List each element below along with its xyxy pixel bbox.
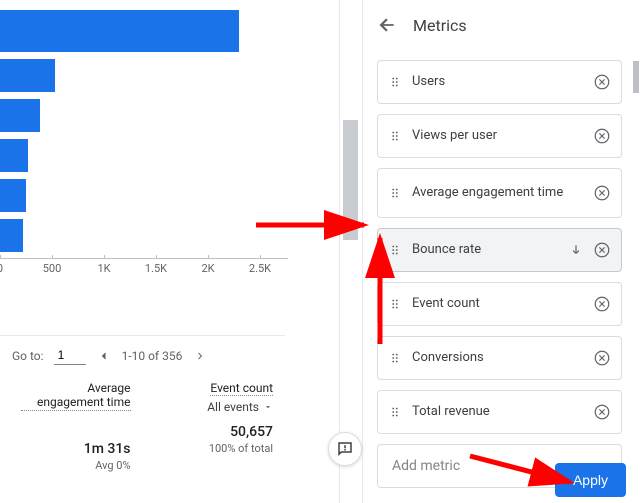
remove-metric-button[interactable] (593, 184, 611, 202)
metric-row[interactable]: Average engagement time (377, 168, 622, 218)
goto-input[interactable] (54, 346, 86, 365)
prev-page-button[interactable] (96, 348, 112, 364)
summary-value: 50,657 (155, 424, 274, 440)
drag-handle[interactable] (388, 297, 402, 311)
axis-tick: 2K (201, 262, 214, 275)
drag-handle[interactable] (388, 186, 402, 200)
bar[interactable] (0, 10, 239, 52)
summary-row: Average engagement time 1m 31s Avg 0% Ev… (12, 381, 273, 472)
drag-handle[interactable] (388, 351, 402, 365)
drag-handle[interactable] (388, 243, 402, 257)
metric-row[interactable]: Total revenue (377, 390, 622, 434)
summary-value: 1m 31s (12, 441, 131, 457)
drag-handle-icon (388, 405, 402, 419)
drag-handle-icon (388, 129, 402, 143)
metric-row[interactable]: Views per user (377, 114, 622, 158)
drag-handle[interactable] (388, 75, 402, 89)
next-page-button[interactable] (192, 348, 208, 364)
axis-tick: 1K (97, 262, 110, 275)
remove-icon (593, 241, 611, 259)
drag-handle-icon (388, 243, 402, 257)
panel-title: Metrics (413, 16, 467, 35)
event-selector[interactable]: All events (155, 400, 274, 414)
remove-icon (593, 184, 611, 202)
remove-icon (593, 127, 611, 145)
remove-icon (593, 295, 611, 313)
drag-handle-icon (388, 75, 402, 89)
remove-metric-button[interactable] (593, 295, 611, 313)
remove-icon (593, 349, 611, 367)
summary-col-avg-engagement: Average engagement time 1m 31s Avg 0% (12, 381, 131, 472)
summary-delta: 100% of total (155, 442, 274, 455)
apply-button[interactable]: Apply (555, 463, 626, 497)
drag-handle-icon (388, 351, 402, 365)
bar[interactable] (0, 59, 55, 92)
remove-metric-button[interactable] (593, 127, 611, 145)
axis-tick: 1.5K (145, 262, 167, 275)
panel-scrollbar[interactable] (632, 55, 640, 503)
metric-label: Average engagement time (412, 186, 583, 201)
caret-down-icon (263, 402, 273, 412)
back-button[interactable] (377, 15, 397, 35)
remove-icon (593, 73, 611, 91)
metric-row[interactable]: Bounce rate (377, 228, 622, 272)
metric-label: Conversions (412, 351, 583, 366)
bar[interactable] (0, 219, 23, 252)
metric-label: Bounce rate (412, 243, 557, 258)
summary-header: Event count (210, 381, 273, 396)
sort-down-icon (569, 243, 583, 257)
drag-handle[interactable] (388, 405, 402, 419)
metric-label: Event count (412, 297, 583, 312)
metric-label: Views per user (412, 129, 583, 144)
feedback-button[interactable] (328, 432, 362, 466)
feedback-icon (336, 440, 354, 458)
arrow-left-icon (377, 15, 397, 35)
remove-metric-button[interactable] (593, 241, 611, 259)
metrics-panel: Metrics Users Views per user Average engag… (362, 0, 640, 503)
remove-metric-button[interactable] (593, 349, 611, 367)
drag-handle-icon (388, 297, 402, 311)
report-footer: Go to: 1-10 of 356 Average engagement ti… (0, 335, 285, 472)
axis-tick: 0 (0, 262, 3, 275)
metric-row[interactable]: Event count (377, 282, 622, 326)
add-metric-label: Add metric (392, 458, 460, 474)
metric-list: Users Views per user Average engagement ti… (363, 50, 640, 488)
axis-tick: 2.5K (249, 262, 271, 275)
bar[interactable] (0, 139, 28, 172)
remove-metric-button[interactable] (593, 73, 611, 91)
bar-chart: 0 500 1K 1.5K 2K 2.5K (0, 0, 290, 280)
metric-label: Total revenue (412, 405, 583, 420)
bar[interactable] (0, 179, 26, 212)
axis-tick: 500 (43, 262, 62, 275)
remove-icon (593, 403, 611, 421)
x-axis: 0 500 1K 1.5K 2K 2.5K (0, 258, 288, 278)
summary-delta: Avg 0% (12, 459, 131, 472)
remove-metric-button[interactable] (593, 403, 611, 421)
summary-col-event-count: Event count All events 50,657 100% of to… (155, 381, 274, 472)
panel-header: Metrics (363, 0, 640, 50)
drag-handle[interactable] (388, 129, 402, 143)
pager: Go to: 1-10 of 356 (12, 346, 273, 365)
bar[interactable] (0, 99, 40, 132)
metric-label: Users (412, 75, 583, 90)
drag-handle-icon (388, 186, 402, 200)
main-scrollbar[interactable] (340, 0, 362, 503)
goto-label: Go to: (12, 349, 44, 363)
summary-header: Average engagement time (21, 381, 131, 411)
metric-row[interactable]: Users (377, 60, 622, 104)
left-report-pane: 0 500 1K 1.5K 2K 2.5K Go to: 1-10 of 356 Aver… (0, 0, 340, 503)
page-range: 1-10 of 356 (122, 349, 183, 363)
sort-indicator (569, 243, 583, 257)
metric-row[interactable]: Conversions (377, 336, 622, 380)
